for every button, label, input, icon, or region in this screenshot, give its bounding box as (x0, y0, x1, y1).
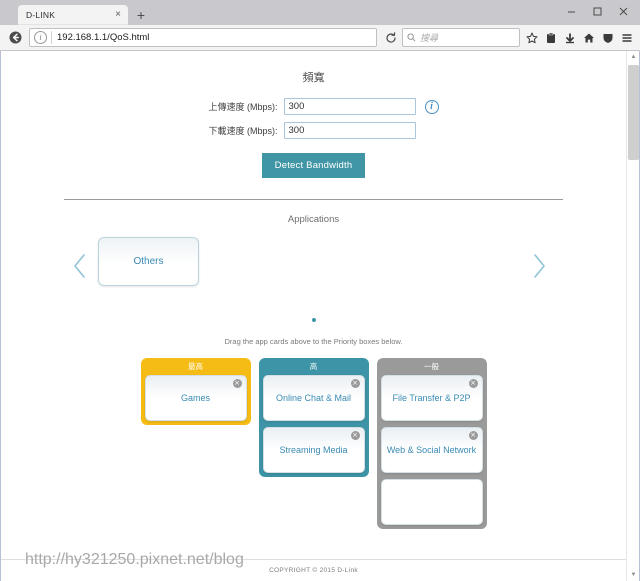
download-speed-label: 下載速度 (Mbps): (208, 126, 278, 136)
reload-button[interactable] (380, 27, 402, 49)
detect-bandwidth-row: Detect Bandwidth (1, 153, 626, 178)
slot-remove-icon[interactable]: × (468, 378, 478, 388)
priority-column-title: 最高 (188, 362, 203, 371)
priority-slot[interactable]: × Games (144, 374, 247, 421)
download-speed-input[interactable] (283, 122, 416, 139)
scrollbar-down-arrow-icon[interactable]: ▼ (627, 569, 639, 581)
priority-column-high[interactable]: 高 × Online Chat & Mail × Streaming Media (258, 358, 369, 477)
download-speed-row: 下載速度 (Mbps): (1, 122, 626, 139)
priority-slot[interactable]: × File Transfer & P2P (380, 374, 483, 421)
upload-speed-input[interactable] (283, 98, 416, 115)
qos-page: 頻寬 上傳速度 (Mbps): i 下載速度 (Mbps): Detect Ba… (1, 51, 626, 581)
priority-slot-empty[interactable] (380, 478, 483, 525)
upload-speed-label: 上傳速度 (Mbps): (208, 102, 278, 112)
page-footer: COPYRIGHT © 2015 D-Link (1, 559, 626, 581)
upload-speed-row: 上傳速度 (Mbps): i (1, 98, 626, 115)
scrollbar-thumb[interactable] (628, 65, 639, 160)
site-info-icon[interactable]: i (34, 31, 47, 44)
menu-icon[interactable] (617, 27, 636, 49)
close-button[interactable] (610, 0, 636, 22)
address-bar-text: 192.168.1.1/QoS.html (57, 32, 150, 43)
tab-strip: D-LINK × + (0, 0, 640, 25)
copyright-text: COPYRIGHT © 2015 D-Link (269, 567, 358, 574)
priority-column-normal[interactable]: 一般 × File Transfer & P2P × Web & Social … (376, 358, 487, 529)
slot-remove-icon[interactable]: × (350, 430, 360, 440)
shield-icon[interactable] (598, 27, 617, 49)
priority-column-title: 高 (309, 362, 318, 371)
priority-columns: 最高 × Games 高 × Online Chat & Mail × Stre… (1, 358, 626, 529)
bandwidth-title: 頻寬 (302, 72, 325, 84)
priority-column-highest[interactable]: 最高 × Games (140, 358, 251, 425)
info-icon[interactable]: i (424, 99, 439, 114)
scrollbar-up-arrow-icon[interactable]: ▲ (627, 51, 639, 63)
applications-carousel: Others (1, 237, 626, 299)
star-icon[interactable] (522, 27, 541, 49)
tab-close-icon[interactable]: × (113, 10, 123, 20)
navigation-toolbar: i 192.168.1.1/QoS.html 搜尋 (0, 25, 640, 51)
new-tab-button[interactable]: + (131, 5, 151, 25)
slot-remove-icon[interactable]: × (468, 430, 478, 440)
reader-icon[interactable] (541, 27, 560, 49)
minimize-button[interactable] (558, 0, 584, 22)
browser-window: D-LINK × + i 192.168.1.1/QoS.html 搜尋 頻寬 … (0, 0, 640, 581)
home-icon[interactable] (579, 27, 598, 49)
search-bar[interactable]: 搜尋 (402, 28, 520, 47)
back-button[interactable] (4, 27, 26, 49)
detect-bandwidth-button[interactable]: Detect Bandwidth (261, 153, 366, 178)
slot-remove-icon[interactable]: × (350, 378, 360, 388)
app-card-others[interactable]: Others (98, 237, 199, 286)
slot-label: Streaming Media (279, 444, 348, 455)
maximize-button[interactable] (584, 0, 610, 22)
carousel-page-dots (1, 309, 626, 327)
slot-label: Online Chat & Mail (275, 392, 352, 403)
tab-title: D-LINK (26, 10, 56, 20)
slot-label: Web & Social Network (386, 444, 477, 455)
applications-title: Applications (287, 214, 340, 225)
search-input-placeholder: 搜尋 (420, 33, 439, 43)
priority-slot[interactable]: × Web & Social Network (380, 426, 483, 473)
download-icon[interactable] (560, 27, 579, 49)
slot-label: Games (180, 392, 210, 403)
address-bar-divider (51, 31, 52, 44)
carousel-dot[interactable] (311, 318, 316, 322)
search-icon (407, 33, 416, 42)
slot-label: File Transfer & P2P (392, 392, 471, 403)
section-divider (64, 199, 563, 200)
app-card-label: Others (133, 256, 164, 267)
slot-remove-icon[interactable]: × (232, 378, 242, 388)
priority-slot[interactable]: × Online Chat & Mail (262, 374, 365, 421)
priority-column-title: 一般 (424, 362, 439, 371)
browser-tab-dlink[interactable]: D-LINK × (18, 5, 128, 25)
priority-slot[interactable]: × Streaming Media (262, 426, 365, 473)
carousel-prev-chevron-icon[interactable] (69, 251, 91, 281)
window-controls (558, 0, 636, 22)
vertical-scrollbar[interactable]: ▲ ▼ (626, 51, 639, 581)
page-viewport: 頻寬 上傳速度 (Mbps): i 下載速度 (Mbps): Detect Ba… (0, 51, 640, 581)
address-bar[interactable]: i 192.168.1.1/QoS.html (29, 28, 377, 47)
carousel-next-chevron-icon[interactable] (528, 251, 550, 281)
qos-content: 頻寬 上傳速度 (Mbps): i 下載速度 (Mbps): Detect Ba… (1, 51, 626, 581)
drag-hint-text: Drag the app cards above to the Priority… (224, 337, 403, 346)
